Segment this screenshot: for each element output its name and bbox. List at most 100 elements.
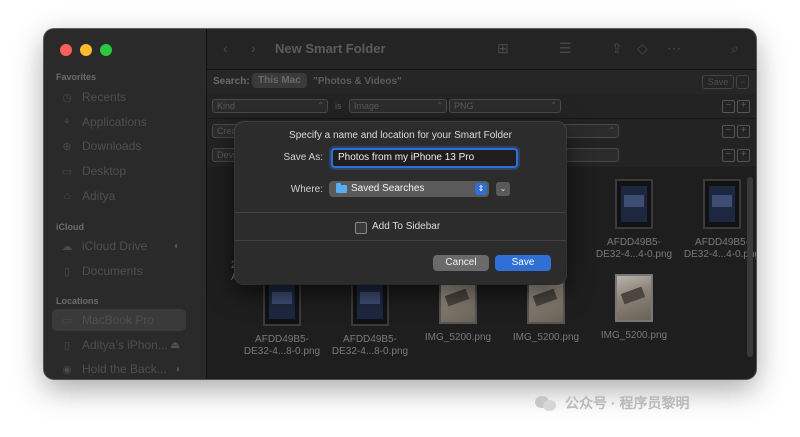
file-name: AFDD49B5- DE32-4...8-0.png xyxy=(331,334,409,357)
file-name: IMG_5200.png xyxy=(424,332,492,343)
file-name: AFDD49B5- DE32-4...8-0.png xyxy=(243,334,321,357)
dialog-divider xyxy=(235,240,566,241)
save-as-label: Save As: xyxy=(283,152,323,163)
sidebar-item-label: Aditya’s iPhon... xyxy=(82,338,168,352)
sidebar-item-label: Downloads xyxy=(82,139,142,153)
where-popup[interactable]: Saved Searches ⇕ xyxy=(329,181,489,197)
home-icon: ⌂ xyxy=(63,190,71,202)
sidebar-item-downloads[interactable]: ⊕ Downloads xyxy=(52,135,186,157)
save-smart-folder-dialog: Specify a name and location for your Sma… xyxy=(235,122,566,284)
phone-icon: ▯ xyxy=(63,339,71,352)
sidebar-item-recents[interactable]: ◷ Recents xyxy=(52,86,186,108)
tag-icon[interactable]: ◇ xyxy=(637,40,648,57)
vertical-scrollbar[interactable] xyxy=(747,177,753,357)
folder-icon xyxy=(336,183,347,193)
remove-rule-button[interactable]: − xyxy=(722,149,735,162)
file-item[interactable]: IMG_5200.png xyxy=(589,274,679,342)
search-rule-row: Kind ⌃ is Image ⌃ PNG ⌃ − + xyxy=(207,94,756,119)
laptop-icon: ▭ xyxy=(61,314,73,327)
add-to-sidebar-checkbox[interactable] xyxy=(355,222,367,234)
file-name: AFDD49B5- DE32-4...4-0.png xyxy=(595,237,673,260)
sidebar-section-icloud: iCloud xyxy=(56,222,84,232)
desktop-icon: ▭ xyxy=(61,165,73,178)
remove-rule-button[interactable]: − xyxy=(722,100,735,113)
sidebar-item-iphone[interactable]: ▯ Aditya’s iPhon... ⏏ xyxy=(52,334,186,356)
file-item[interactable]: IMG_5200.png xyxy=(501,276,591,344)
rule-operator-label: is xyxy=(335,101,342,111)
applications-icon: ⌖ xyxy=(63,115,71,128)
cloud-icon: ☁ xyxy=(61,240,73,253)
search-label: Search: xyxy=(213,76,250,87)
dialog-divider xyxy=(235,212,566,213)
dialog-title: Specify a name and location for your Sma… xyxy=(289,130,512,141)
cancel-button[interactable]: Cancel xyxy=(433,255,489,271)
more-icon[interactable]: ⋯ xyxy=(667,40,681,57)
sidebar-item-documents[interactable]: ▯ Documents xyxy=(52,260,186,282)
rule-value-field[interactable] xyxy=(557,148,619,162)
sidebar-item-icloud-drive[interactable]: ☁ iCloud Drive ◐ xyxy=(52,235,186,257)
file-item[interactable]: AFDD49B5- DE32-4...8-0.png xyxy=(325,276,415,358)
add-to-sidebar-label: Add To Sidebar xyxy=(372,221,441,232)
minimize-window-button[interactable] xyxy=(80,44,92,56)
file-item[interactable]: IMG_5200.png xyxy=(413,276,503,344)
remove-rule-button[interactable]: − xyxy=(722,125,735,138)
save-button[interactable]: Save xyxy=(495,255,551,271)
clock-icon: ◷ xyxy=(62,91,72,104)
expand-browser-button[interactable]: ⌄ xyxy=(496,182,510,196)
add-rule-button[interactable]: + xyxy=(737,149,750,162)
sidebar-item-label: MacBook Pro xyxy=(82,313,155,327)
rule-attribute-popup[interactable]: Kind ⌃ xyxy=(212,99,328,113)
document-icon: ▯ xyxy=(63,265,71,278)
toolbar: ‹ › New Smart Folder ⊞ ☰ ⇪ ◇ ⋯ ⌕ xyxy=(207,29,756,70)
sidebar-section-locations: Locations xyxy=(56,296,99,306)
file-item[interactable]: AFDD49B5- DE32-4...4-0.png xyxy=(589,179,679,261)
sidebar-item-backup-disk[interactable]: ◉ Hold the Back... ◑ xyxy=(52,358,186,379)
save-as-field[interactable]: Photos from my iPhone 13 Pro xyxy=(331,148,518,168)
zoom-window-button[interactable] xyxy=(100,44,112,56)
chevron-updown-icon: ⇕ xyxy=(475,183,487,195)
window-controls xyxy=(60,44,112,56)
sidebar-item-label: Hold the Back... xyxy=(82,362,167,376)
watermark-text: 公众号 · 程序员黎明 xyxy=(565,395,690,411)
wechat-icon xyxy=(535,394,557,412)
file-name: IMG_5200.png xyxy=(512,332,580,343)
progress-pie-icon: ◑ xyxy=(173,363,180,375)
rule-value-popup[interactable]: ⌃ xyxy=(557,124,619,138)
scope-this-mac[interactable]: This Mac xyxy=(252,73,307,88)
sidebar-section-favorites: Favorites xyxy=(56,72,97,82)
remove-search-button[interactable]: − xyxy=(736,75,749,89)
screenshot-thumbnail xyxy=(703,179,741,229)
file-item[interactable]: AFDD49B5- DE32-4...8-0.png xyxy=(237,276,327,358)
scope-photos-videos[interactable]: "Photos & Videos" xyxy=(313,76,402,87)
photo-thumbnail xyxy=(615,274,653,322)
file-item[interactable]: AFDD49B5- DE32-4...4-0.png xyxy=(677,179,756,261)
rule-subvalue-popup[interactable]: PNG ⌃ xyxy=(449,99,561,113)
add-rule-button[interactable]: + xyxy=(737,125,750,138)
add-rule-button[interactable]: + xyxy=(737,100,750,113)
sidebar-item-macbook-pro[interactable]: ▭ MacBook Pro xyxy=(52,309,186,331)
rule-value-popup[interactable]: Image ⌃ xyxy=(349,99,447,113)
watermark: 公众号 · 程序员黎明 xyxy=(535,393,689,413)
search-scope-bar: Search: This Mac "Photos & Videos" Save … xyxy=(207,70,756,95)
sidebar-item-aditya[interactable]: ⌂ Aditya xyxy=(52,185,186,207)
disk-icon: ◉ xyxy=(62,363,72,376)
icon-view-icon[interactable]: ⊞ xyxy=(497,40,509,57)
sidebar-item-label: Recents xyxy=(82,90,127,104)
sidebar-item-label: iCloud Drive xyxy=(82,239,148,253)
download-icon: ⊕ xyxy=(62,140,72,153)
search-icon[interactable]: ⌕ xyxy=(731,40,739,57)
close-window-button[interactable] xyxy=(60,44,72,56)
back-icon[interactable]: ‹ xyxy=(223,40,228,56)
group-icon[interactable]: ☰ xyxy=(559,40,572,57)
sidebar-item-desktop[interactable]: ▭ Desktop xyxy=(52,160,186,182)
save-search-button[interactable]: Save xyxy=(702,75,734,89)
progress-pie-icon: ◐ xyxy=(173,240,180,252)
file-name: IMG_5200.png xyxy=(600,330,668,341)
sidebar-item-applications[interactable]: ⌖ Applications xyxy=(52,111,186,133)
forward-icon[interactable]: › xyxy=(251,40,256,56)
share-icon[interactable]: ⇪ xyxy=(611,40,623,57)
eject-icon[interactable]: ⏏ xyxy=(171,340,180,351)
screenshot-thumbnail xyxy=(615,179,653,229)
sidebar: Favorites ◷ Recents ⌖ Applications ⊕ Dow… xyxy=(44,29,207,379)
sidebar-item-label: Desktop xyxy=(82,164,127,178)
